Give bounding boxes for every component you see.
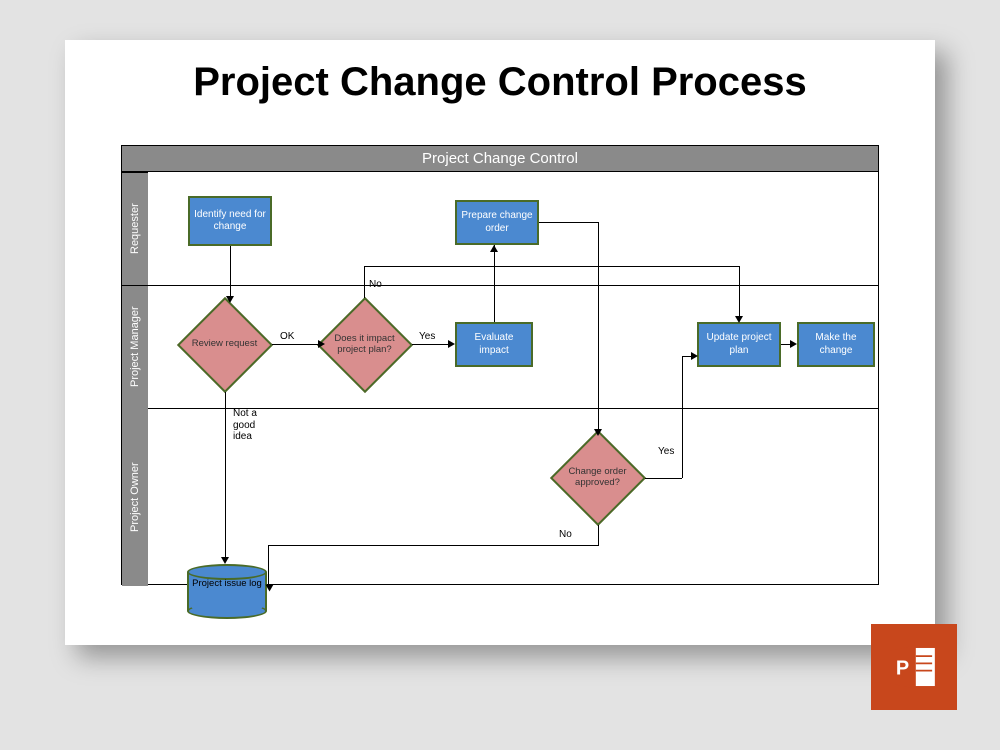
node-impact-question: Does it impact project plan? [317,297,412,392]
edge-impact-no-v [364,266,365,298]
node-update: Update project plan [697,322,781,367]
edge-label-no2: No [559,529,572,541]
page-title: Project Change Control Process [65,60,935,105]
edge-approved-yes-h [645,478,682,479]
edge-evaluate-to-prepare [494,245,495,322]
edge-approved-yes-v [682,356,683,478]
node-issue-log: Project issue log [187,564,267,619]
node-approved-question-text: Change order approved? [550,430,645,525]
node-issue-log-text: Project issue log [187,578,267,589]
edge-prepare-to-approved-h [539,222,598,223]
edge-approved-no-v [598,525,599,545]
node-prepare: Prepare change order [455,200,539,245]
edge-approved-no-v2 [268,545,269,585]
edge-impact-to-evaluate [412,344,450,345]
edge-label-no1: No [369,279,382,291]
lane-divider-1 [148,285,878,286]
swimlane-sidecol: Requester Project Manager Project Owner [122,172,148,586]
edge-prepare-to-approved-v [598,222,599,432]
node-approved-question: Change order approved? [550,430,645,525]
edge-label-not-good: Not a good idea [233,408,273,443]
swimlane-frame: Project Change Control Requester Project… [121,145,879,585]
arrowhead [691,352,698,360]
edge-impact-no-h [364,266,739,267]
edge-label-ok: OK [280,331,294,343]
swimlane-header: Project Change Control [122,146,878,172]
lane-requester-label: Requester [122,172,148,285]
node-evaluate: Evaluate impact [455,322,533,367]
arrowhead [448,340,455,348]
edge-label-yes2: Yes [658,446,674,458]
node-review-text: Review request [177,297,272,392]
node-identify: Identify need for change [188,196,272,246]
arrowhead [221,557,229,564]
lane-project-owner-label: Project Owner [122,408,148,586]
arrowhead [735,316,743,323]
slide: Project Change Control Process Project C… [65,40,935,645]
edge-review-to-impact [272,344,318,345]
edge-identify-to-review [230,246,231,296]
powerpoint-badge: P [871,624,957,710]
node-make: Make the change [797,322,875,367]
arrowhead [226,296,234,303]
svg-text:P: P [896,657,909,679]
arrowhead [266,585,274,592]
edge-impact-no-v2 [739,266,740,316]
edge-review-to-log [225,392,226,562]
node-impact-question-text: Does it impact project plan? [317,297,412,392]
arrowhead [594,429,602,436]
edge-label-yes1: Yes [419,331,435,343]
arrowhead [490,245,498,252]
powerpoint-icon: P [885,638,943,696]
arrowhead [318,340,325,348]
edge-approved-no-h [268,545,599,546]
lane-project-manager-label: Project Manager [122,285,148,408]
arrowhead [790,340,797,348]
node-review: Review request [177,297,272,392]
